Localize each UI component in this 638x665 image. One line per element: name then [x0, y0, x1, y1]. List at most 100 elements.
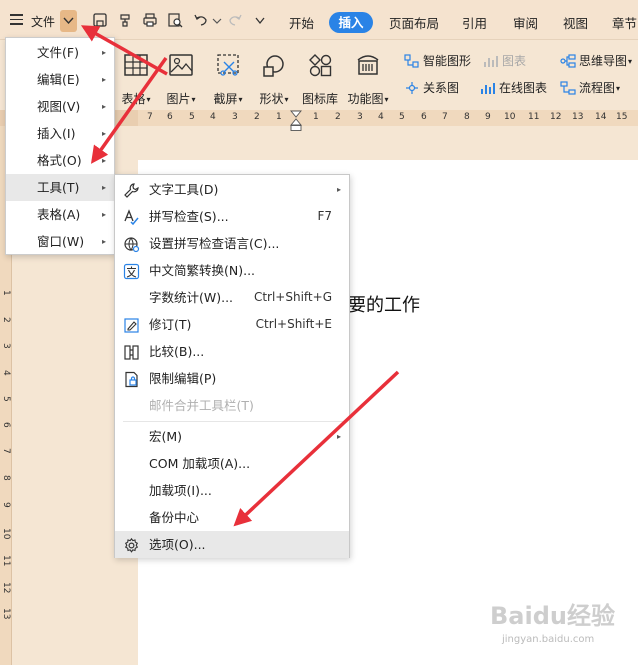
picture-button[interactable]: 图片▾: [163, 52, 199, 106]
submenu-arrow-icon: ▸: [101, 48, 106, 57]
tab-references[interactable]: 引用: [462, 13, 487, 32]
backup-center-label: 备份中心: [149, 510, 200, 525]
menu-separator: [123, 421, 343, 422]
menu-item-table[interactable]: 表格(A) ▸: [6, 201, 114, 228]
flowchart-button[interactable]: 流程图▾: [560, 79, 620, 96]
ruler-number: 13: [1, 608, 11, 620]
tab-chapter[interactable]: 章节: [612, 13, 637, 32]
menu-item-file-label: 文件(F): [37, 45, 79, 60]
compare-icon: [123, 343, 140, 360]
tab-page-layout[interactable]: 页面布局: [389, 13, 439, 32]
ruler-number: 1: [276, 112, 282, 122]
menu-item-view[interactable]: 视图(V) ▸: [6, 93, 114, 120]
menu-item-edit[interactable]: 编辑(E) ▸: [6, 66, 114, 93]
table-button[interactable]: 表格▾: [118, 52, 154, 106]
tab-view[interactable]: 视图: [563, 13, 588, 32]
menu-item-addins[interactable]: 加载项(I)...: [115, 477, 349, 504]
ruler-number: 5: [189, 112, 195, 122]
relation-chart-label: 关系图: [423, 81, 460, 95]
menu-item-window-label: 窗口(W): [37, 234, 85, 249]
menu-item-options[interactable]: 选项(O)...: [115, 531, 349, 558]
online-chart-button[interactable]: 在线图表: [480, 79, 547, 96]
mind-map-button[interactable]: 思维导图▾: [560, 52, 632, 69]
menu-item-compare[interactable]: 比较(B)...: [115, 338, 349, 365]
spell-language-label: 设置拼写检查语言(C)...: [149, 236, 280, 251]
screenshot-icon: [217, 54, 239, 76]
menu-item-word-count[interactable]: 字数统计(W)... Ctrl+Shift+G: [115, 284, 349, 311]
function-chart-button[interactable]: 功能图▾: [347, 52, 389, 106]
menu-item-view-label: 视图(V): [37, 99, 81, 114]
ruler-number: 6: [421, 112, 427, 122]
print-preview-icon[interactable]: [167, 12, 183, 28]
menu-item-insert-label: 插入(I): [37, 126, 76, 141]
menu-item-spell-check[interactable]: 拼写检查(S)... F7: [115, 203, 349, 230]
spell-check-icon: [123, 208, 140, 226]
submenu-arrow-icon: ▸: [101, 129, 106, 138]
online-chart-icon: [481, 83, 495, 94]
menu-item-macro[interactable]: 宏(M) ▸: [115, 423, 349, 450]
chart-icon: [484, 56, 498, 67]
ruler-number: 2: [335, 112, 341, 122]
shape-button[interactable]: 形状▾: [256, 52, 292, 106]
ruler-number: 2: [254, 112, 260, 122]
print-icon[interactable]: [142, 12, 158, 28]
ruler-number: 13: [572, 112, 584, 122]
redo-icon[interactable]: [227, 12, 243, 28]
ruler-number: 12: [1, 582, 11, 594]
undo-icon[interactable]: [193, 12, 209, 28]
menu-item-file[interactable]: 文件(F) ▸: [6, 39, 114, 66]
format-painter-icon[interactable]: [117, 12, 133, 28]
menu-item-format[interactable]: 格式(O) ▸: [6, 147, 114, 174]
menu-item-window[interactable]: 窗口(W) ▸: [6, 228, 114, 255]
menu-item-backup-center[interactable]: 备份中心: [115, 504, 349, 531]
menu-item-com-addins[interactable]: COM 加载项(A)...: [115, 450, 349, 477]
mind-map-icon: [560, 54, 576, 68]
ruler-number: 14: [595, 112, 607, 122]
menu-item-format-label: 格式(O): [37, 153, 82, 168]
ruler-number: 5: [1, 396, 11, 402]
submenu-arrow-icon: ▸: [101, 156, 106, 165]
ruler-number: 3: [357, 112, 363, 122]
ruler-number: 4: [1, 370, 11, 376]
icon-library-button[interactable]: 图标库: [302, 52, 338, 106]
ruler-number: 6: [1, 422, 11, 428]
tab-start[interactable]: 开始: [289, 13, 314, 32]
ruler-number: 12: [550, 112, 562, 122]
menu-item-track-changes[interactable]: 修订(T) Ctrl+Shift+E: [115, 311, 349, 338]
hamburger-menu-icon[interactable]: [10, 14, 23, 25]
spell-check-shortcut: F7: [317, 209, 332, 223]
function-chart-icon: [357, 55, 379, 75]
chevron-down-icon: [63, 17, 74, 25]
track-changes-icon: [123, 316, 140, 333]
file-dropdown-button[interactable]: [60, 10, 77, 32]
submenu-arrow-icon: ▸: [336, 432, 341, 441]
menu-item-chinese-convert[interactable]: 中文简繁转换(N)...: [115, 257, 349, 284]
submenu-arrow-icon: ▸: [101, 102, 106, 111]
menu-item-tools-label: 工具(T): [37, 180, 80, 195]
tab-review[interactable]: 审阅: [513, 13, 538, 32]
menu-item-insert[interactable]: 插入(I) ▸: [6, 120, 114, 147]
screenshot-button[interactable]: 截屏▾: [210, 52, 246, 106]
menu-item-tools[interactable]: 工具(T) ▸: [6, 174, 114, 201]
menu-item-edit-label: 编辑(E): [37, 72, 80, 87]
shape-icon: [263, 55, 284, 77]
menu-item-spell-language[interactable]: 设置拼写检查语言(C)...: [115, 230, 349, 257]
ruler-number: 7: [1, 448, 11, 454]
relation-chart-button[interactable]: 关系图: [404, 79, 459, 96]
watermark-url: jingyan.baidu.com: [502, 634, 595, 645]
ruler-number: 8: [464, 112, 470, 122]
save-icon[interactable]: [92, 12, 108, 28]
chart-button[interactable]: 图表: [483, 52, 526, 69]
smart-shape-button[interactable]: 智能图形: [404, 52, 471, 69]
customize-dropdown-icon[interactable]: [252, 12, 268, 28]
ruler-number: 6: [167, 112, 173, 122]
menu-item-text-tools[interactable]: 文字工具(D) ▸: [115, 176, 349, 203]
file-menu-button[interactable]: 文件: [31, 13, 55, 30]
indent-marker-icon[interactable]: [290, 110, 302, 132]
ruler-number: 10: [504, 112, 516, 122]
ruler-number: 9: [485, 112, 491, 122]
menu-item-restrict-editing[interactable]: 限制编辑(P): [115, 365, 349, 392]
chinese-convert-label: 中文简繁转换(N)...: [149, 263, 256, 278]
tab-insert[interactable]: 插入: [329, 12, 373, 33]
undo-dropdown-icon[interactable]: [209, 12, 225, 28]
